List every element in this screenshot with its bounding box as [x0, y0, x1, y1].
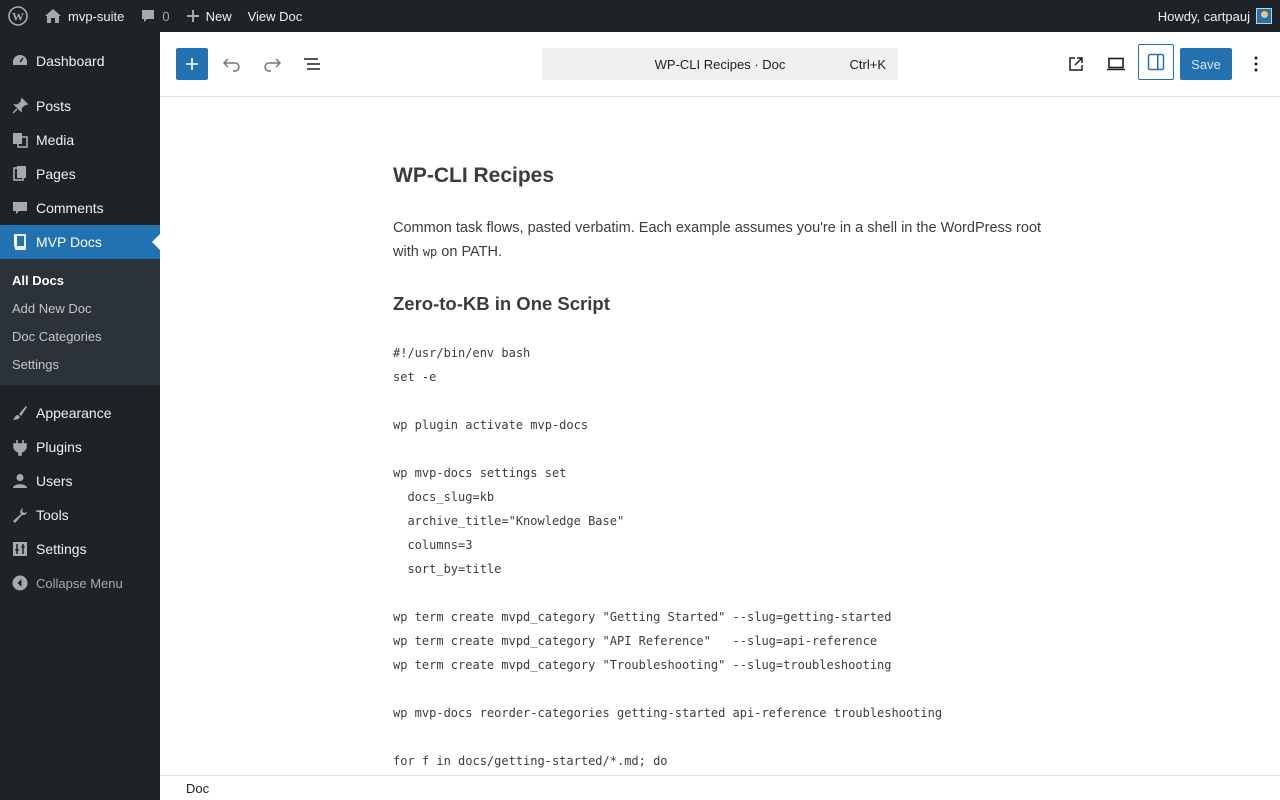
editor-toolbar: WP-CLI Recipes · Doc Ctrl+K Save: [160, 32, 1280, 97]
sidebar-item-label: Appearance: [36, 405, 112, 421]
comment-bubble-icon: [140, 8, 156, 24]
desktop-icon: [1106, 56, 1126, 72]
sidebar-item-label: Users: [36, 473, 73, 489]
brush-icon: [10, 403, 30, 423]
sliders-icon: [10, 539, 30, 559]
view-post-button[interactable]: [1060, 48, 1092, 80]
section-heading[interactable]: Zero-to-KB in One Script: [393, 293, 610, 315]
pin-icon: [10, 96, 30, 116]
collapse-menu-label: Collapse Menu: [36, 575, 123, 591]
sidebar-item-label: Settings: [36, 541, 87, 557]
home-icon: [44, 8, 62, 24]
comments-link[interactable]: 0: [132, 0, 177, 32]
howdy-text: Howdy, cartpauj: [1157, 8, 1250, 24]
my-account-link[interactable]: Howdy, cartpauj: [1150, 0, 1280, 32]
redo-button[interactable]: [256, 48, 288, 80]
undo-icon: [222, 56, 242, 72]
sidebar-item-label: Dashboard: [36, 53, 105, 69]
sidebar-item-label: Plugins: [36, 439, 82, 455]
sidebar-item-dashboard[interactable]: Dashboard: [0, 44, 160, 78]
new-label: New: [205, 8, 232, 24]
command-palette-bar[interactable]: WP-CLI Recipes · Doc Ctrl+K: [542, 48, 898, 80]
sidebar-item-label: Posts: [36, 98, 72, 114]
collapse-menu-button[interactable]: Collapse Menu: [0, 566, 160, 600]
pages-icon: [10, 164, 30, 184]
submenu-item-add-new-doc[interactable]: Add New Doc: [0, 294, 160, 322]
intro-paragraph[interactable]: Common task flows, pasted verbatim. Each…: [393, 216, 1053, 264]
plus-icon: [184, 56, 200, 72]
preview-device-button[interactable]: [1100, 48, 1132, 80]
book-icon: [10, 232, 30, 252]
sidebar-item-media[interactable]: Media: [0, 123, 160, 157]
user-icon: [10, 471, 30, 491]
sidebar-item-label: MVP Docs: [36, 234, 102, 250]
sidebar-item-tools[interactable]: Tools: [0, 498, 160, 532]
sidebar-item-label: Comments: [36, 200, 104, 216]
sidebar-item-comments[interactable]: Comments: [0, 191, 160, 225]
editor-canvas[interactable]: WP-CLI Recipes Common task flows, pasted…: [160, 97, 1280, 775]
external-link-icon: [1067, 55, 1085, 73]
media-icon: [10, 130, 30, 150]
submenu-item-doc-categories[interactable]: Doc Categories: [0, 322, 160, 350]
sidebar-item-pages[interactable]: Pages: [0, 157, 160, 191]
sidebar-item-settings[interactable]: Settings: [0, 532, 160, 566]
avatar: [1256, 8, 1272, 24]
view-doc-label: View Doc: [247, 8, 303, 24]
settings-sidebar-toggle[interactable]: [1138, 44, 1174, 80]
sidebar-item-appearance[interactable]: Appearance: [0, 396, 160, 430]
command-shortcut: Ctrl+K: [849, 56, 886, 72]
sidebar-item-label: Tools: [36, 507, 69, 523]
undo-button[interactable]: [216, 48, 248, 80]
mvp-docs-submenu: All Docs Add New Doc Doc Categories Sett…: [0, 259, 160, 385]
breadcrumb[interactable]: Doc: [186, 781, 209, 796]
options-menu-button[interactable]: [1240, 48, 1272, 80]
svg-text:W: W: [12, 10, 24, 24]
admin-sidebar: Dashboard Posts Media Pages Comments MVP…: [0, 32, 160, 800]
intro-text-end: on PATH.: [437, 244, 503, 260]
site-name: mvp-suite: [68, 8, 125, 24]
wordpress-logo-icon[interactable]: W: [0, 0, 36, 32]
sidebar-item-label: Pages: [36, 166, 76, 182]
document-title-label: WP-CLI Recipes · Doc: [654, 56, 786, 72]
sidebar-item-users[interactable]: Users: [0, 464, 160, 498]
sidebar-item-label: Media: [36, 132, 75, 148]
document-overview-button[interactable]: [296, 48, 328, 80]
comment-icon: [10, 198, 30, 218]
admin-bar: W mvp-suite 0 New View Doc Howdy, cartpa…: [0, 0, 1280, 32]
sidebar-panel-icon: [1146, 52, 1166, 72]
submenu-item-all-docs[interactable]: All Docs: [0, 266, 160, 294]
plus-icon: [186, 9, 200, 23]
block-inserter-button[interactable]: [176, 48, 208, 80]
sidebar-item-plugins[interactable]: Plugins: [0, 430, 160, 464]
block-breadcrumb-bar: Doc: [160, 775, 1280, 800]
view-doc-link[interactable]: View Doc: [240, 0, 311, 32]
new-content-link[interactable]: New: [178, 0, 240, 32]
inline-code: wp: [422, 245, 438, 259]
submenu-item-settings[interactable]: Settings: [0, 350, 160, 378]
redo-icon: [262, 56, 282, 72]
code-block[interactable]: #!/usr/bin/env bash set -e wp plugin act…: [393, 341, 942, 773]
more-vertical-icon: [1253, 55, 1259, 73]
sidebar-item-mvp-docs[interactable]: MVP Docs: [0, 225, 160, 259]
list-view-icon: [302, 56, 322, 72]
site-name-link[interactable]: mvp-suite: [36, 0, 132, 32]
comments-count: 0: [162, 8, 170, 24]
dashboard-icon: [10, 51, 30, 71]
collapse-arrow-icon: [10, 573, 30, 593]
plugin-icon: [10, 437, 30, 457]
post-title[interactable]: WP-CLI Recipes: [393, 164, 554, 188]
sidebar-item-posts[interactable]: Posts: [0, 89, 160, 123]
wrench-icon: [10, 505, 30, 525]
save-button[interactable]: Save: [1180, 48, 1232, 80]
